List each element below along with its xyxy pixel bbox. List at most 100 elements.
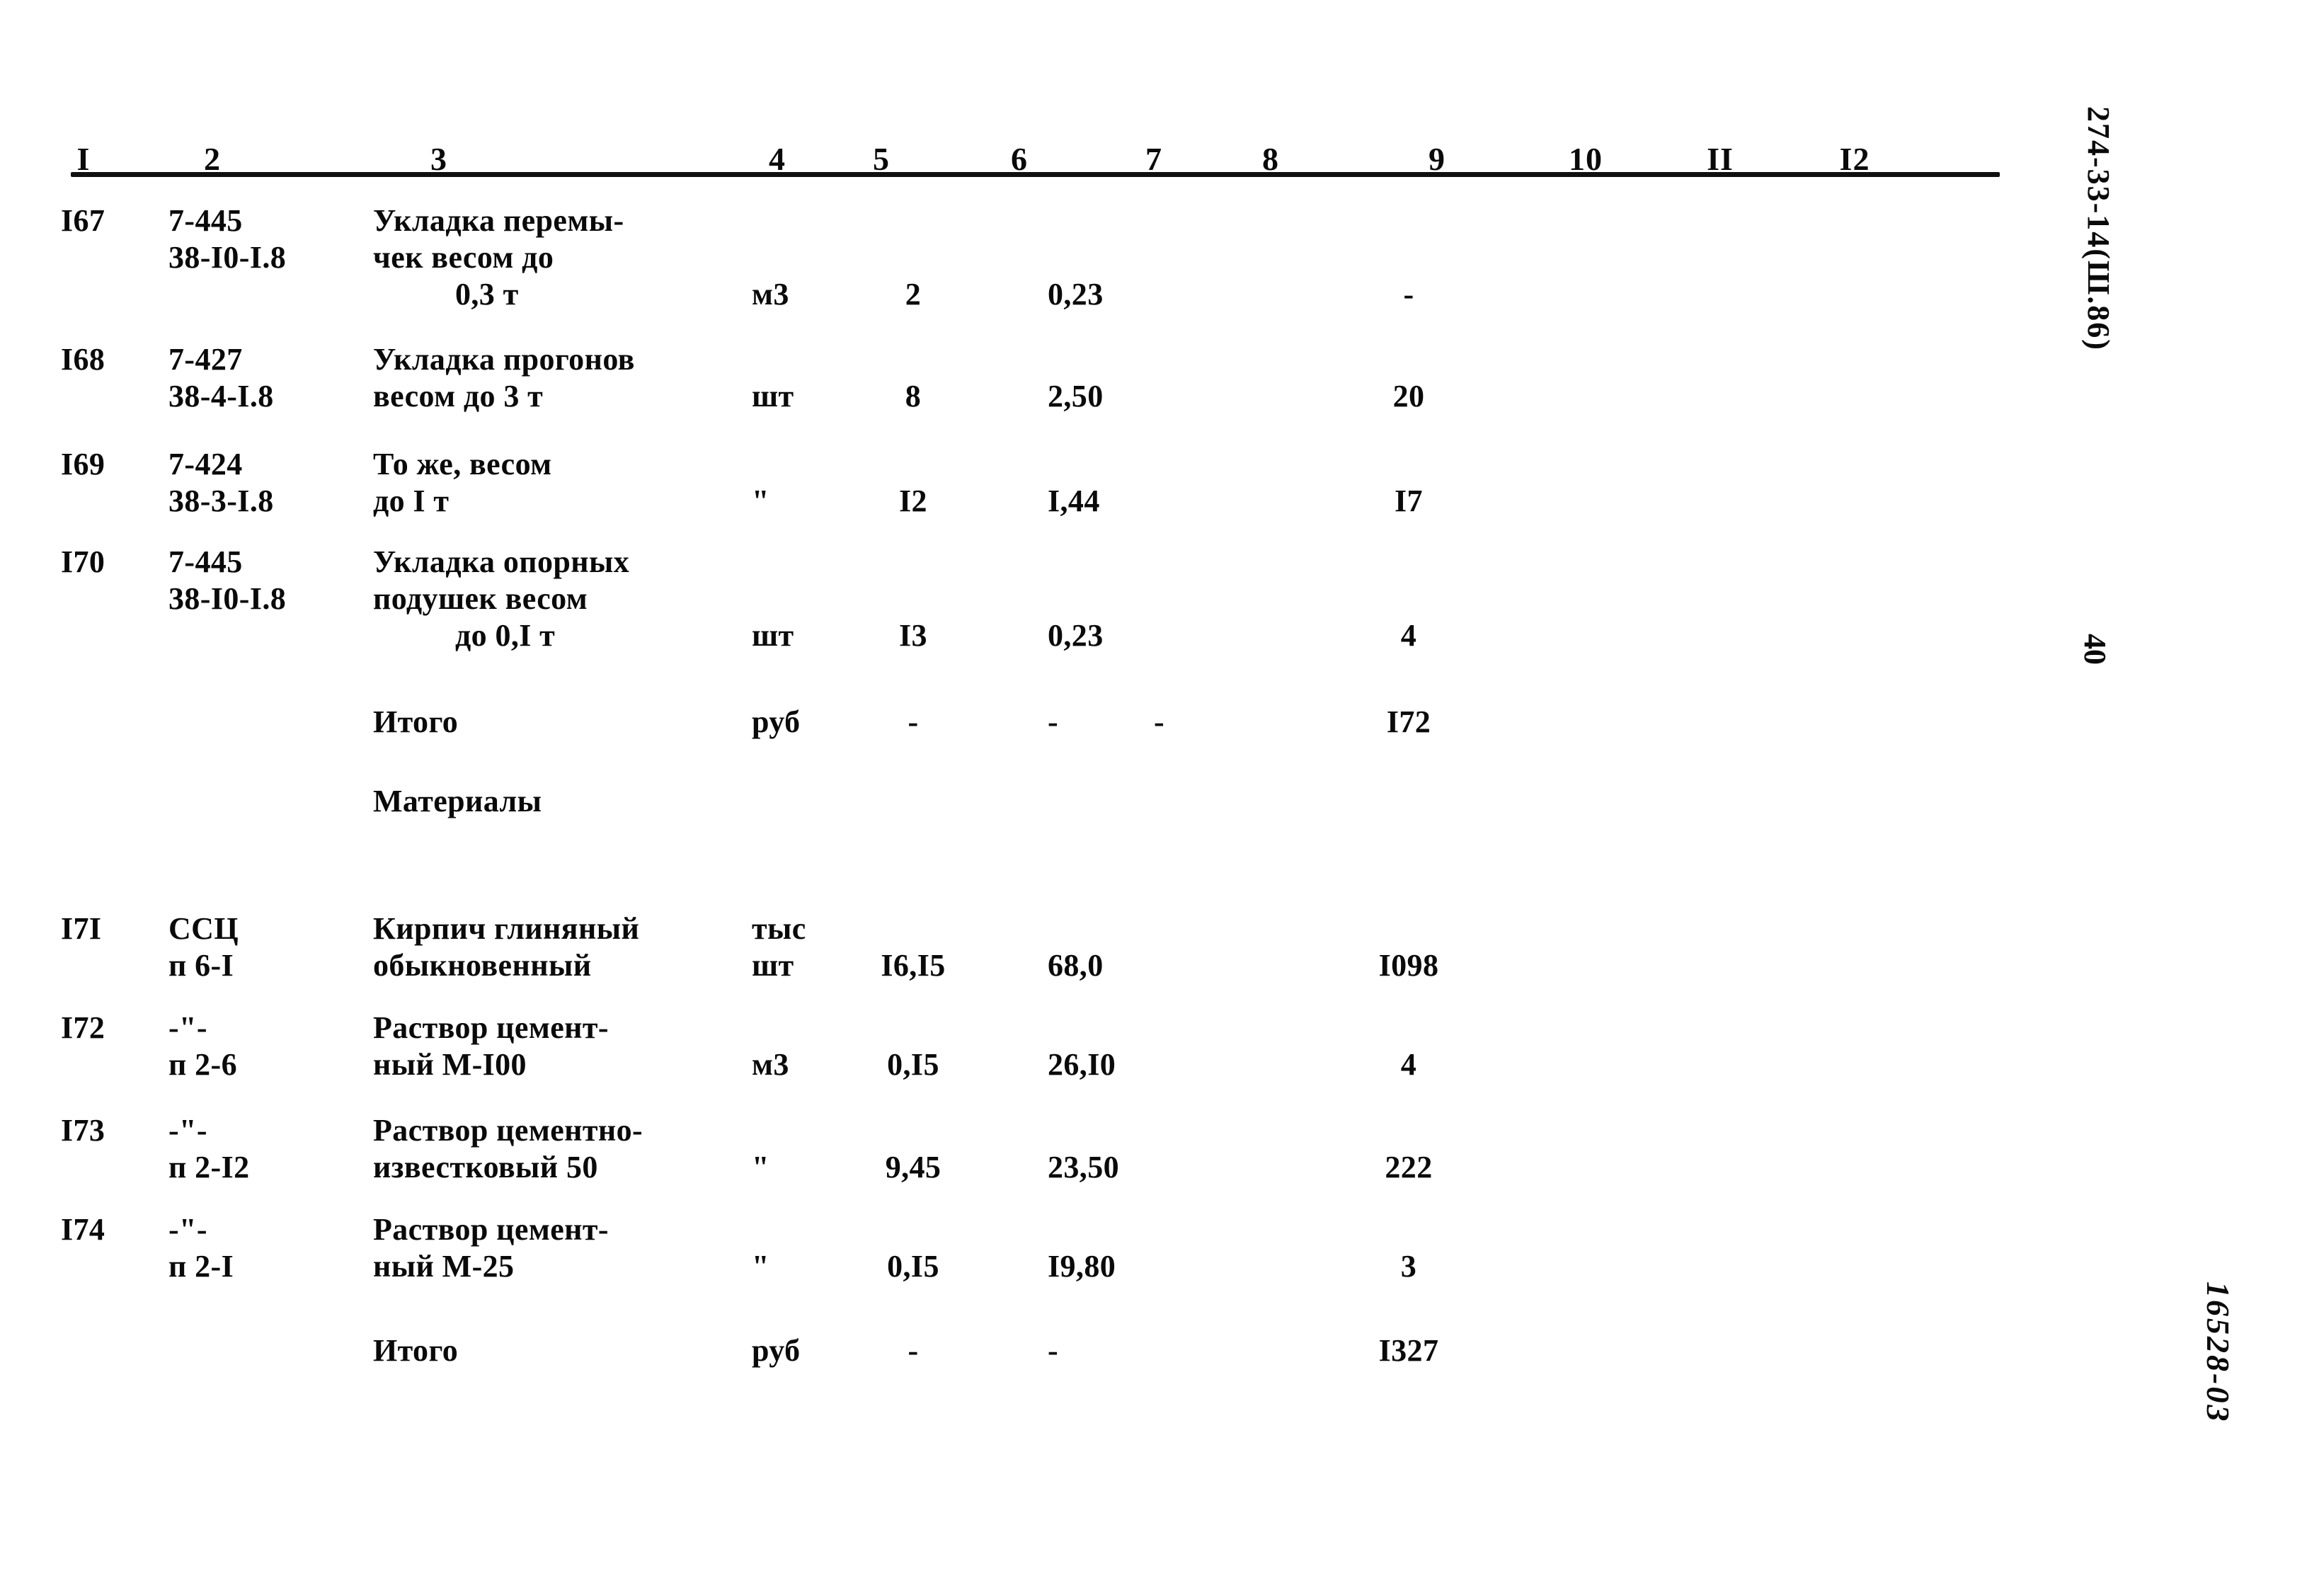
row-number-cell: I73 xyxy=(61,1113,105,1148)
row-col9-cell: 20 xyxy=(1392,379,1425,413)
row-col7-cell: - xyxy=(1154,704,1165,739)
row-col9-cell: I72 xyxy=(1386,704,1431,739)
row-name-line1: Кирпич глиняный xyxy=(373,911,640,946)
row-name-line1: Раствор цемент- xyxy=(373,1212,609,1247)
row-unit-cell: " xyxy=(752,1249,769,1284)
row-col9-cell: 4 xyxy=(1400,618,1417,653)
table-row: I67 7-445 38-I0-I.8 Укладка перемы-чек весо… xyxy=(0,202,1996,330)
row-name-line3: 0,3 т xyxy=(455,277,519,312)
row-name-line1: Итого xyxy=(373,704,459,739)
row-code-line2: п 2-I2 xyxy=(168,1150,250,1184)
page-number-margin-note: 40 xyxy=(2078,634,2112,665)
document-code-margin-note: 274-33-14(Ш.86) xyxy=(2081,106,2116,351)
row-code-line2: п 2-6 xyxy=(168,1047,238,1082)
row-price-cell: 26,I0 xyxy=(1048,1047,1116,1082)
row-name-line2: чек весом до xyxy=(373,240,554,275)
row-code-line2: 38-4-I.8 xyxy=(168,379,274,413)
column-header-12: I2 xyxy=(1839,141,1870,177)
row-name-line1: Раствор цемент- xyxy=(373,1010,609,1045)
row-code-line1: 7-427 xyxy=(168,342,243,377)
row-price-cell: - xyxy=(1048,704,1059,739)
row-price-cell: I,44 xyxy=(1048,484,1100,518)
row-name-line2: ный М-25 xyxy=(373,1249,515,1284)
row-price-cell: 2,50 xyxy=(1048,379,1104,413)
column-header-11: II xyxy=(1707,141,1734,177)
scanned-document-page: I 2 3 4 5 6 7 8 9 10 II I2 I67 7-445 38-I0-I.8 Укладка… xyxy=(0,0,2324,1588)
table-row: Материалы xyxy=(0,783,1996,910)
column-header-10: 10 xyxy=(1569,141,1603,177)
row-name-line1: Материалы xyxy=(373,784,542,818)
row-unit-cell: тыс шт xyxy=(752,911,806,983)
row-code-line1: ССЦ xyxy=(168,911,239,946)
row-unit-cell: шт xyxy=(752,379,794,413)
row-name-line2: весом до 3 т xyxy=(373,379,544,413)
row-number-cell: I68 xyxy=(61,342,105,377)
row-name-line1: Раствор цементно- xyxy=(373,1113,643,1148)
row-code-line1: 7-424 xyxy=(168,447,243,481)
row-price-cell: 68,0 xyxy=(1048,948,1104,983)
row-code-line2: 38-I0-I.8 xyxy=(168,581,287,616)
column-header-3: 3 xyxy=(430,141,447,177)
row-unit-cell: руб xyxy=(752,1333,801,1368)
header-rule-line xyxy=(71,172,2000,177)
row-quantity-cell: I6,I5 xyxy=(881,948,946,983)
column-header-2: 2 xyxy=(204,141,221,177)
row-code-line1: -"- xyxy=(168,1212,207,1247)
row-price-cell: I9,80 xyxy=(1048,1249,1116,1284)
column-header-7: 7 xyxy=(1145,141,1162,177)
row-code-line1: -"- xyxy=(168,1010,207,1045)
row-unit-cell: " xyxy=(752,1150,769,1184)
row-col9-cell: 4 xyxy=(1400,1047,1417,1082)
row-quantity-cell: 0,I5 xyxy=(887,1047,939,1082)
row-col9-cell: I7 xyxy=(1395,484,1423,518)
row-unit-cell: шт xyxy=(752,618,794,653)
column-header-row: I 2 3 4 5 6 7 8 9 10 II I2 xyxy=(0,126,1996,176)
row-quantity-cell: I3 xyxy=(899,618,927,653)
row-name-line1: Укладка опорных xyxy=(373,544,630,579)
row-col9-cell: - xyxy=(1403,277,1414,312)
row-name-line2: подушек весом xyxy=(373,581,588,616)
row-unit-cell: руб xyxy=(752,704,801,739)
row-number-cell: I69 xyxy=(61,447,105,481)
row-quantity-cell: I2 xyxy=(899,484,927,518)
row-col9-cell: I098 xyxy=(1378,948,1439,983)
row-name-line1: Итого xyxy=(373,1333,459,1368)
row-number-cell: I72 xyxy=(61,1010,105,1045)
row-col9-cell: I327 xyxy=(1378,1333,1439,1368)
row-quantity-cell: 2 xyxy=(905,277,922,312)
row-quantity-cell: - xyxy=(908,1333,919,1368)
row-code-line2: 38-3-I.8 xyxy=(168,484,274,518)
row-name-line1: Укладка прогонов xyxy=(373,342,635,377)
row-name-line1: То же, весом xyxy=(373,447,552,481)
row-name-line3: до 0,I т xyxy=(455,618,556,653)
row-col9-cell: 222 xyxy=(1385,1150,1433,1184)
row-code-line2: 38-I0-I.8 xyxy=(168,240,287,275)
column-header-5: 5 xyxy=(873,141,890,177)
row-number-cell: I67 xyxy=(61,203,105,238)
row-quantity-cell: 9,45 xyxy=(885,1150,941,1184)
row-number-cell: I70 xyxy=(61,544,105,579)
row-name-line2: известковый 50 xyxy=(373,1150,598,1184)
row-col9-cell: 3 xyxy=(1400,1249,1417,1284)
row-price-cell: 0,23 xyxy=(1048,277,1104,312)
row-code-line1: 7-445 xyxy=(168,544,243,579)
row-number-cell: I74 xyxy=(61,1212,105,1247)
row-price-cell: - xyxy=(1048,1333,1059,1368)
row-name-line2: обыкновенный xyxy=(373,948,592,983)
table-row: Итого руб - - I327 xyxy=(0,1332,1996,1460)
row-price-cell: 23,50 xyxy=(1048,1150,1119,1184)
archive-id-handwritten-note: 16528-03 xyxy=(2200,1281,2236,1424)
row-unit-cell: " xyxy=(752,484,769,518)
row-code-line1: -"- xyxy=(168,1113,207,1148)
row-code-line2: п 6-I xyxy=(168,948,234,983)
column-header-8: 8 xyxy=(1262,141,1279,177)
row-unit-cell: м3 xyxy=(752,277,789,312)
row-price-cell: 0,23 xyxy=(1048,618,1104,653)
row-code-line1: 7-445 xyxy=(168,203,243,238)
row-unit-cell: м3 xyxy=(752,1047,789,1082)
row-quantity-cell: - xyxy=(908,704,919,739)
row-name-line1: Укладка перемы- xyxy=(373,203,624,238)
row-quantity-cell: 8 xyxy=(905,379,922,413)
table-row: I74 -"- п 2-I Раствор цемент-ный М-25 " 0,I5 I… xyxy=(0,1211,1996,1339)
row-name-line2: до I т xyxy=(373,484,450,518)
